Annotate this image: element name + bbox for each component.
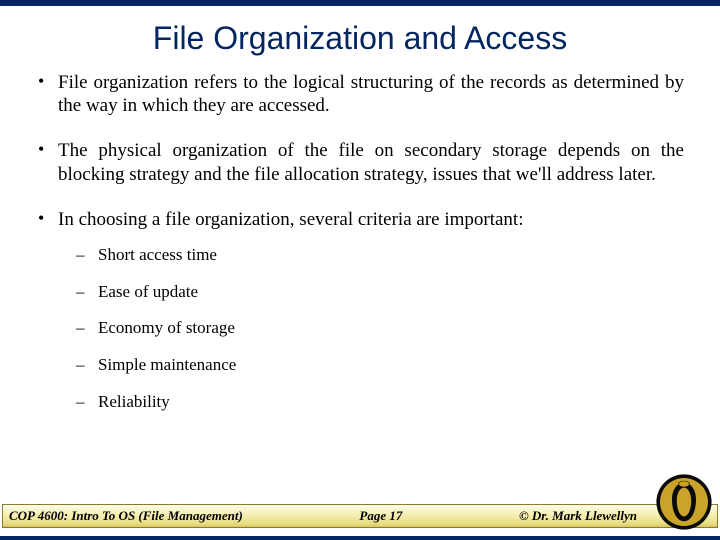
slide: File Organization and Access File organi…: [0, 0, 720, 540]
bullet-list: File organization refers to the logical …: [36, 71, 684, 413]
bullet-item: File organization refers to the logical …: [36, 71, 684, 117]
bullet-text: The physical organization of the file on…: [58, 140, 684, 184]
bullet-item: In choosing a file organization, several…: [36, 208, 684, 413]
footer-bar: COP 4600: Intro To OS (File Management) …: [2, 504, 718, 528]
sub-bullet-item: Simple maintenance: [72, 355, 684, 376]
sub-bullet-list: Short access time Ease of update Economy…: [58, 245, 684, 413]
footer: COP 4600: Intro To OS (File Management) …: [0, 490, 720, 532]
footer-course: COP 4600: Intro To OS (File Management): [3, 508, 243, 524]
sub-bullet-item: Short access time: [72, 245, 684, 266]
bullet-item: The physical organization of the file on…: [36, 139, 684, 185]
footer-page: Page 17: [243, 508, 519, 524]
sub-bullet-item: Reliability: [72, 392, 684, 413]
sub-bullet-item: Economy of storage: [72, 318, 684, 339]
sub-bullet-item: Ease of update: [72, 282, 684, 303]
ucf-logo-icon: [654, 472, 714, 532]
bullet-text: In choosing a file organization, several…: [58, 209, 524, 230]
slide-title: File Organization and Access: [0, 20, 720, 57]
bullet-text: File organization refers to the logical …: [58, 72, 684, 116]
slide-content: File organization refers to the logical …: [0, 71, 720, 413]
